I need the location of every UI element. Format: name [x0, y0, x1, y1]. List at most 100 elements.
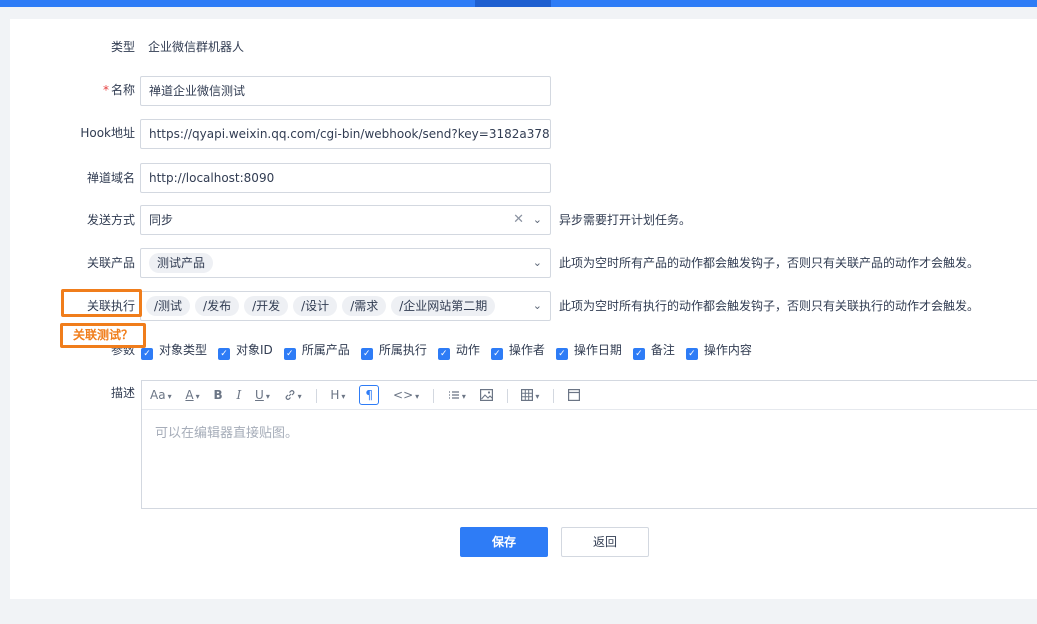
- chevron-down-icon: ▾: [265, 392, 270, 401]
- execution-tag[interactable]: /开发: [244, 296, 289, 316]
- execution-tag[interactable]: /设计: [293, 296, 338, 316]
- editor-placeholder[interactable]: 可以在编辑器直接贴图。: [155, 422, 298, 441]
- checkbox-checked-icon: ✓: [218, 348, 231, 360]
- chevron-down-icon: ⌄: [532, 299, 542, 312]
- code-button[interactable]: <> ▾: [393, 381, 419, 411]
- paragraph-button[interactable]: ¶: [359, 385, 380, 405]
- execution-tag[interactable]: /发布: [195, 296, 240, 316]
- checkbox-checked-icon: ✓: [632, 348, 645, 360]
- param-checkbox-label: 所属产品: [301, 343, 350, 357]
- products-label: 关联产品: [86, 256, 135, 270]
- param-checkbox[interactable]: ✓ 对象类型: [141, 340, 207, 360]
- fullscreen-button[interactable]: [568, 381, 581, 409]
- checkbox-checked-icon: ✓: [141, 348, 153, 360]
- font-size-icon: Aa: [150, 388, 166, 402]
- code-icon: <>: [393, 388, 414, 402]
- param-checkbox-label: 操作者: [508, 343, 545, 357]
- list-button[interactable]: ▾: [448, 381, 466, 411]
- highlight-box: [61, 289, 142, 317]
- required-mark: *: [102, 83, 109, 97]
- toolbar-divider: [506, 388, 508, 403]
- param-checkbox[interactable]: ✓ 操作者: [490, 340, 545, 360]
- toolbar-divider: [433, 388, 434, 403]
- back-button[interactable]: 返回: [561, 527, 649, 557]
- chevron-down-icon: ⌄: [532, 213, 542, 226]
- chevron-down-icon: ▾: [167, 392, 172, 401]
- type-value: 企业微信群机器人: [148, 40, 245, 54]
- rich-text-editor: Aa ▾ A ▾ B I U ▾ ▾ H ▾ ¶ <> ▾ ▾ ▾ 可以在编辑器直接贴图。: [141, 380, 1037, 509]
- checkbox-checked-icon: ✓: [437, 348, 450, 360]
- param-checkbox[interactable]: ✓ 操作日期: [555, 340, 622, 360]
- chevron-down-icon: ▾: [461, 392, 466, 401]
- name-label-text: 名称: [110, 83, 135, 97]
- name-input[interactable]: 禅道企业微信测试: [140, 76, 551, 106]
- list-icon: [448, 391, 459, 399]
- desc-label: 描述: [110, 386, 135, 400]
- param-checkbox[interactable]: ✓ 动作: [437, 340, 480, 360]
- products-hint: 此项为空时所有产品的动作都会触发钩子，否则只有关联产品的动作才会触发。: [559, 256, 980, 270]
- chevron-down-icon: ▾: [341, 392, 346, 401]
- params-checkbox-group: ✓ 对象类型 ✓ 对象ID ✓ 所属产品 ✓ 所属执行 ✓ 动作 ✓ 操作者 ✓ 操作日期 ✓ 备注 ✓ 操作内容: [141, 340, 763, 360]
- window-icon: [568, 389, 581, 402]
- underline-button[interactable]: U ▾: [255, 381, 270, 411]
- param-checkbox[interactable]: ✓ 操作内容: [685, 340, 752, 360]
- top-nav-bar: [0, 0, 1037, 7]
- checkbox-checked-icon: ✓: [685, 348, 698, 360]
- send-mode-label: 发送方式: [86, 213, 135, 227]
- param-checkbox-label: 对象类型: [159, 343, 208, 357]
- execution-tag[interactable]: /测试: [146, 296, 191, 316]
- hook-url-input[interactable]: https://qyapi.weixin.qq.com/cgi-bin/webh…: [140, 119, 551, 149]
- clear-icon[interactable]: ✕: [513, 206, 524, 234]
- heading-button[interactable]: H ▾: [330, 381, 345, 411]
- executions-select[interactable]: /测试/发布/开发/设计/需求/企业网站第二期 ⌄: [140, 291, 551, 321]
- save-button[interactable]: 保存: [460, 527, 548, 557]
- send-mode-hint: 异步需要打开计划任务。: [559, 213, 692, 227]
- type-label: 类型: [110, 40, 135, 54]
- table-button[interactable]: ▾: [521, 381, 539, 411]
- chevron-down-icon: ▾: [297, 392, 302, 401]
- table-icon: [521, 389, 534, 402]
- chevron-down-icon: ▾: [195, 392, 200, 401]
- param-checkbox-label: 所属执行: [378, 343, 427, 357]
- chevron-down-icon: ▾: [535, 392, 540, 401]
- param-checkbox-label: 备注: [650, 343, 675, 357]
- param-checkbox[interactable]: ✓ 所属产品: [283, 340, 350, 360]
- italic-button[interactable]: I: [236, 381, 241, 409]
- link-button[interactable]: ▾: [284, 381, 302, 411]
- image-icon: [479, 389, 493, 402]
- param-checkbox[interactable]: ✓ 所属执行: [360, 340, 427, 360]
- param-checkbox-label: 操作日期: [573, 343, 622, 357]
- font-size-button[interactable]: Aa ▾: [150, 381, 172, 411]
- param-checkbox-label: 动作: [455, 343, 480, 357]
- domain-input[interactable]: http://localhost:8090: [140, 163, 551, 193]
- chevron-down-icon: ▾: [415, 392, 420, 401]
- execution-tag[interactable]: /企业网站第二期: [391, 296, 496, 316]
- chevron-down-icon: ⌄: [532, 256, 542, 269]
- hook-label: Hook地址: [80, 126, 135, 140]
- param-checkbox-label: 操作内容: [703, 343, 752, 357]
- execution-tag[interactable]: /需求: [342, 296, 387, 316]
- checkbox-checked-icon: ✓: [490, 348, 503, 360]
- heading-icon: H: [330, 388, 340, 402]
- text-color-button[interactable]: A ▾: [185, 381, 199, 411]
- checkbox-checked-icon: ✓: [283, 348, 296, 360]
- checkbox-checked-icon: ✓: [360, 348, 373, 360]
- param-checkbox[interactable]: ✓ 对象ID: [218, 340, 273, 360]
- editor-toolbar: Aa ▾ A ▾ B I U ▾ ▾ H ▾ ¶ <> ▾ ▾ ▾: [142, 381, 1037, 410]
- product-tag[interactable]: 测试产品: [149, 253, 214, 273]
- send-mode-select[interactable]: 同步 ✕ ⌄: [140, 205, 551, 235]
- annotation-note: 关联测试？: [60, 323, 146, 348]
- image-button[interactable]: [479, 381, 493, 409]
- products-select[interactable]: 测试产品 ⌄: [140, 248, 551, 278]
- bold-button[interactable]: B: [213, 381, 222, 409]
- link-icon: [285, 390, 295, 400]
- domain-label: 禅道域名: [86, 171, 135, 185]
- executions-hint: 此项为空时所有执行的动作都会触发钩子，否则只有关联执行的动作才会触发。: [559, 299, 980, 313]
- name-label: * 名称: [9, 80, 135, 100]
- top-nav-active-segment: [475, 0, 551, 7]
- underline-icon: U: [255, 388, 264, 402]
- param-checkbox[interactable]: ✓ 备注: [632, 340, 675, 360]
- checkbox-checked-icon: ✓: [555, 348, 568, 360]
- toolbar-divider: [315, 388, 317, 403]
- send-mode-value: 同步: [149, 213, 174, 227]
